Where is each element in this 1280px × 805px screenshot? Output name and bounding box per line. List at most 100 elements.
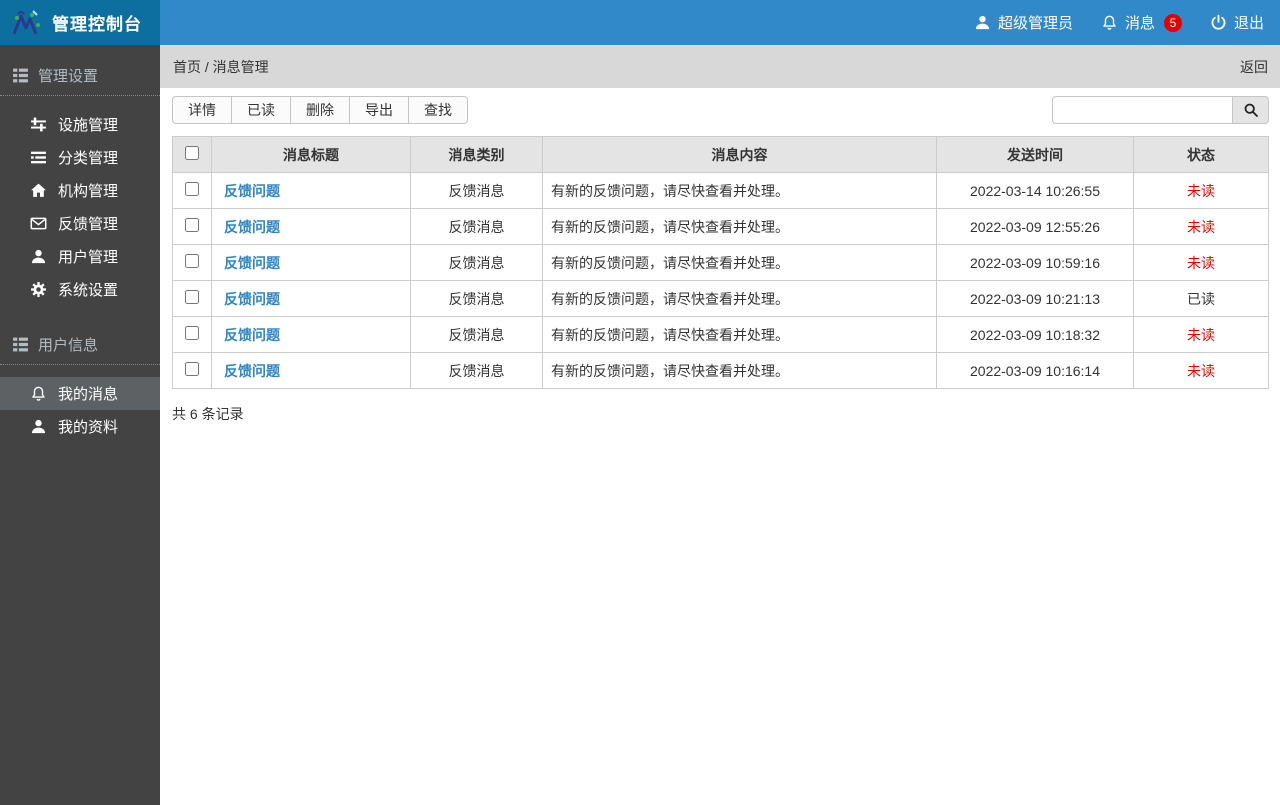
select-all-cell bbox=[173, 137, 212, 173]
search-button[interactable] bbox=[1232, 96, 1269, 124]
column-header: 状态 bbox=[1134, 137, 1269, 173]
user-icon bbox=[974, 14, 991, 31]
message-title-link[interactable]: 反馈问题 bbox=[224, 327, 280, 343]
logout-button[interactable]: 退出 bbox=[1210, 12, 1264, 33]
envelope-icon bbox=[30, 215, 47, 232]
message-time: 2022-03-09 10:59:16 bbox=[937, 245, 1134, 281]
message-time: 2022-03-14 10:26:55 bbox=[937, 173, 1134, 209]
message-category: 反馈消息 bbox=[411, 353, 543, 389]
main-area: 管理设置设施管理分类管理机构管理反馈管理用户管理系统设置用户信息我的消息我的资料… bbox=[0, 45, 1280, 805]
breadcrumb-bar: 首页 / 消息管理 返回 bbox=[160, 45, 1280, 88]
message-status: 已读 bbox=[1134, 281, 1269, 317]
message-time: 2022-03-09 10:21:13 bbox=[937, 281, 1134, 317]
row-checkbox[interactable] bbox=[185, 218, 199, 232]
select-all-checkbox[interactable] bbox=[185, 146, 199, 160]
sidebar-item-label: 分类管理 bbox=[58, 147, 118, 168]
sidebar-item-label: 设施管理 bbox=[58, 114, 118, 135]
sidebar-item-organizations[interactable]: 机构管理 bbox=[0, 174, 160, 207]
sidebar-item-facilities[interactable]: 设施管理 bbox=[0, 108, 160, 141]
search-icon bbox=[1243, 102, 1259, 118]
row-checkbox[interactable] bbox=[185, 362, 199, 376]
sidebar-item-label: 反馈管理 bbox=[58, 213, 118, 234]
toolbar-button-find[interactable]: 查找 bbox=[408, 96, 468, 124]
message-time: 2022-03-09 10:18:32 bbox=[937, 317, 1134, 353]
message-status: 未读 bbox=[1134, 173, 1269, 209]
message-content: 有新的反馈问题，请尽快查看并处理。 bbox=[543, 245, 937, 281]
message-category: 反馈消息 bbox=[411, 317, 543, 353]
list-icon bbox=[30, 149, 47, 166]
column-header: 消息标题 bbox=[212, 137, 411, 173]
record-count: 共 6 条记录 bbox=[160, 389, 1280, 439]
table-row: 反馈问题 反馈消息有新的反馈问题，请尽快查看并处理。2022-03-14 10:2… bbox=[173, 173, 1269, 209]
message-title-link[interactable]: 反馈问题 bbox=[224, 291, 280, 307]
message-status: 未读 bbox=[1134, 353, 1269, 389]
app-logo-icon bbox=[10, 8, 44, 38]
sidebar-item-my-messages[interactable]: 我的消息 bbox=[0, 377, 160, 410]
sidebar-item-label: 我的消息 bbox=[58, 383, 118, 404]
message-title-link[interactable]: 反馈问题 bbox=[224, 219, 280, 235]
current-user-button[interactable]: 超级管理员 bbox=[974, 12, 1073, 33]
user-icon bbox=[30, 418, 47, 435]
message-category: 反馈消息 bbox=[411, 245, 543, 281]
sidebar-item-users[interactable]: 用户管理 bbox=[0, 240, 160, 273]
message-category: 反馈消息 bbox=[411, 173, 543, 209]
row-checkbox[interactable] bbox=[185, 290, 199, 304]
user-icon bbox=[30, 248, 47, 265]
toolbar-button-export[interactable]: 导出 bbox=[349, 96, 409, 124]
column-header: 消息内容 bbox=[543, 137, 937, 173]
toolbar-button-mark-read[interactable]: 已读 bbox=[231, 96, 291, 124]
sidebar-item-system-settings[interactable]: 系统设置 bbox=[0, 273, 160, 306]
bell-icon bbox=[1101, 14, 1118, 31]
table-row: 反馈问题反馈消息有新的反馈问题，请尽快查看并处理。2022-03-09 12:5… bbox=[173, 209, 1269, 245]
top-header: 管理控制台 超级管理员 消息 5 退出 bbox=[0, 0, 1280, 45]
sidebar-section-title: 管理设置 bbox=[0, 53, 160, 96]
table-row: 反馈问题反馈消息有新的反馈问题，请尽快查看并处理。2022-03-09 10:1… bbox=[173, 353, 1269, 389]
app-logo: 管理控制台 bbox=[0, 0, 160, 45]
messages-button[interactable]: 消息 5 bbox=[1101, 12, 1182, 33]
header-actions: 超级管理员 消息 5 退出 bbox=[974, 0, 1280, 45]
message-content: 有新的反馈问题，请尽快查看并处理。 bbox=[543, 209, 937, 245]
row-checkbox[interactable] bbox=[185, 182, 199, 196]
current-user-label: 超级管理员 bbox=[998, 12, 1073, 33]
content-area: 首页 / 消息管理 返回 详情已读删除导出查找 bbox=[160, 45, 1280, 805]
search-input[interactable] bbox=[1052, 96, 1232, 124]
back-link[interactable]: 返回 bbox=[1240, 57, 1268, 77]
messages-badge: 5 bbox=[1164, 14, 1182, 32]
sidebar-item-categories[interactable]: 分类管理 bbox=[0, 141, 160, 174]
menu-icon bbox=[12, 336, 29, 353]
message-content: 有新的反馈问题，请尽快查看并处理。 bbox=[543, 353, 937, 389]
message-content: 有新的反馈问题，请尽快查看并处理。 bbox=[543, 281, 937, 317]
row-checkbox[interactable] bbox=[185, 254, 199, 268]
message-status: 未读 bbox=[1134, 317, 1269, 353]
search-box bbox=[1052, 96, 1269, 124]
sidebar-section: 管理设置设施管理分类管理机构管理反馈管理用户管理系统设置 bbox=[0, 53, 160, 306]
message-title-link[interactable]: 反馈问题 bbox=[224, 363, 280, 379]
sidebar-item-label: 机构管理 bbox=[58, 180, 118, 201]
sidebar: 管理设置设施管理分类管理机构管理反馈管理用户管理系统设置用户信息我的消息我的资料 bbox=[0, 45, 160, 805]
column-header: 消息类别 bbox=[411, 137, 543, 173]
message-category: 反馈消息 bbox=[411, 209, 543, 245]
toolbar-button-details[interactable]: 详情 bbox=[172, 96, 232, 124]
menu-icon bbox=[12, 67, 29, 84]
table-row: 反馈问题 反馈消息有新的反馈问题，请尽快查看并处理。2022-03-09 10:1… bbox=[173, 317, 1269, 353]
app-title: 管理控制台 bbox=[52, 10, 142, 35]
message-title-link[interactable]: 反馈问题 bbox=[224, 255, 280, 271]
message-content: 有新的反馈问题，请尽快查看并处理。 bbox=[543, 173, 937, 209]
message-status: 未读 bbox=[1134, 245, 1269, 281]
logout-label: 退出 bbox=[1234, 12, 1264, 33]
sidebar-item-my-profile[interactable]: 我的资料 bbox=[0, 410, 160, 443]
power-icon bbox=[1210, 14, 1227, 31]
bell-icon bbox=[30, 385, 47, 402]
gear-icon bbox=[30, 281, 47, 298]
messages-table: 消息标题消息类别消息内容发送时间状态 反馈问题反馈消息有新的反馈问题，请尽快查看… bbox=[172, 136, 1269, 389]
message-content: 有新的反馈问题，请尽快查看并处理。 bbox=[543, 317, 937, 353]
column-header: 发送时间 bbox=[937, 137, 1134, 173]
sidebar-item-label: 系统设置 bbox=[58, 279, 118, 300]
sidebar-item-label: 用户管理 bbox=[58, 246, 118, 267]
toolbar-button-delete[interactable]: 删除 bbox=[290, 96, 350, 124]
sidebar-section-title: 用户信息 bbox=[0, 322, 160, 365]
message-title-link[interactable]: 反馈问题 bbox=[224, 183, 280, 199]
row-checkbox[interactable] bbox=[185, 326, 199, 340]
sidebar-item-feedback[interactable]: 反馈管理 bbox=[0, 207, 160, 240]
sidebar-section: 用户信息我的消息我的资料 bbox=[0, 322, 160, 443]
